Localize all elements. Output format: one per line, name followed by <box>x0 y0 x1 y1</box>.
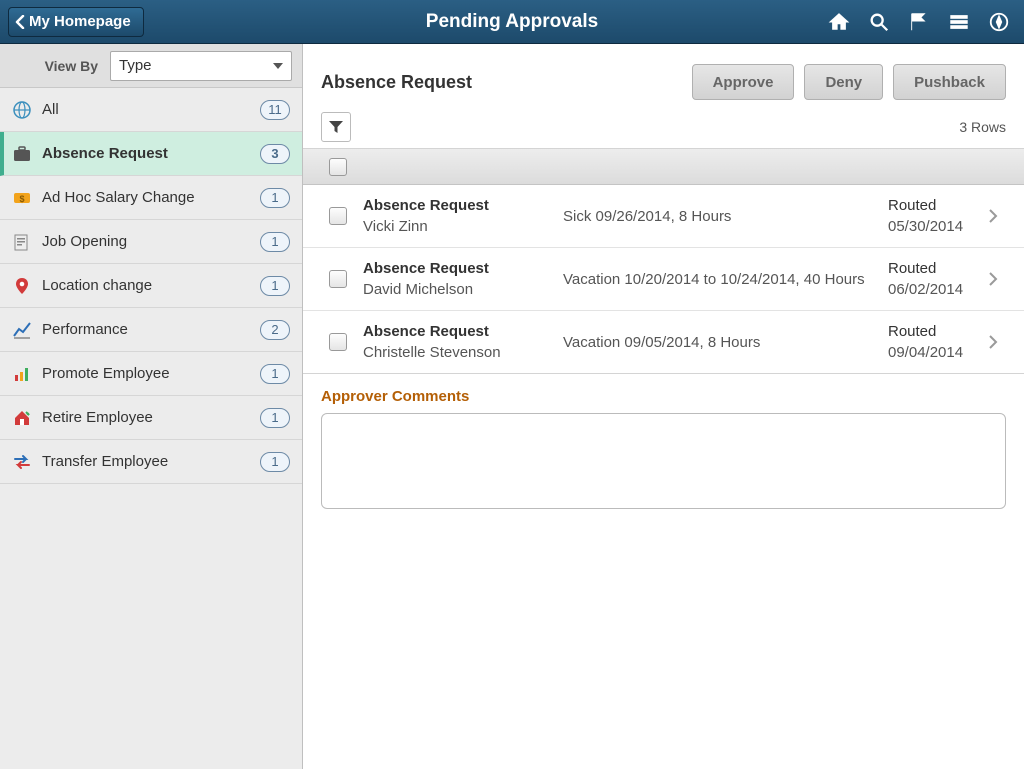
sidebar: View By Type All 11 Absence Request 3 $ … <box>0 44 303 769</box>
bar-chart-up-icon <box>12 364 32 384</box>
row-checkbox[interactable] <box>329 333 347 351</box>
filter-row: 3 Rows <box>303 112 1024 148</box>
comments-section: Approver Comments <box>303 374 1024 527</box>
comments-textarea[interactable] <box>321 413 1006 509</box>
sidebar-item-performance[interactable]: Performance 2 <box>0 308 302 352</box>
count-badge: 1 <box>260 232 290 252</box>
chevron-right-icon <box>984 334 1002 350</box>
sidebar-item-label: All <box>42 101 250 118</box>
grid-header <box>303 149 1024 185</box>
flag-icon[interactable] <box>908 11 930 33</box>
filter-button[interactable] <box>321 112 351 142</box>
sidebar-item-job-opening[interactable]: Job Opening 1 <box>0 220 302 264</box>
row-details: Sick 09/26/2014, 8 Hours <box>563 208 888 225</box>
chevron-left-icon <box>15 15 25 29</box>
back-button-label: My Homepage <box>29 13 131 30</box>
chevron-right-icon <box>984 208 1002 224</box>
viewby-row: View By Type <box>0 44 302 88</box>
job-icon <box>12 232 32 252</box>
sidebar-item-label: Job Opening <box>42 233 250 250</box>
row-title: Absence Request <box>363 323 563 340</box>
sidebar-item-label: Transfer Employee <box>42 453 250 470</box>
row-status: Routed <box>888 323 978 340</box>
money-icon: $ <box>12 188 32 208</box>
table-row[interactable]: Absence Request Christelle Stevenson Vac… <box>303 311 1024 373</box>
menu-icon[interactable] <box>948 11 970 33</box>
viewby-select[interactable]: Type <box>110 51 292 81</box>
row-status: Routed <box>888 260 978 277</box>
comments-label: Approver Comments <box>321 388 1006 405</box>
sidebar-item-promote-employee[interactable]: Promote Employee 1 <box>0 352 302 396</box>
approvals-grid: Absence Request Vicki Zinn Sick 09/26/20… <box>303 148 1024 374</box>
table-row[interactable]: Absence Request David Michelson Vacation… <box>303 248 1024 311</box>
row-checkbox[interactable] <box>329 207 347 225</box>
back-button[interactable]: My Homepage <box>8 7 144 37</box>
count-badge: 1 <box>260 408 290 428</box>
row-checkbox[interactable] <box>329 270 347 288</box>
funnel-icon <box>328 119 344 135</box>
navigator-icon[interactable] <box>988 11 1010 33</box>
sidebar-item-absence-request[interactable]: Absence Request 3 <box>0 132 302 176</box>
chevron-right-icon <box>984 271 1002 287</box>
select-all-checkbox[interactable] <box>329 158 347 176</box>
table-row[interactable]: Absence Request Vicki Zinn Sick 09/26/20… <box>303 185 1024 248</box>
sidebar-item-label: Promote Employee <box>42 365 250 382</box>
row-title: Absence Request <box>363 197 563 214</box>
sidebar-item-label: Ad Hoc Salary Change <box>42 189 250 206</box>
row-person: Vicki Zinn <box>363 218 563 235</box>
banner-actions <box>828 11 1010 33</box>
sidebar-item-transfer-employee[interactable]: Transfer Employee 1 <box>0 440 302 484</box>
sidebar-list: All 11 Absence Request 3 $ Ad Hoc Salary… <box>0 88 302 484</box>
row-person: David Michelson <box>363 281 563 298</box>
deny-button[interactable]: Deny <box>804 64 883 100</box>
approve-button[interactable]: Approve <box>692 64 795 100</box>
house-icon <box>12 408 32 428</box>
top-banner: My Homepage Pending Approvals <box>0 0 1024 44</box>
sidebar-item-label: Retire Employee <box>42 409 250 426</box>
row-person: Christelle Stevenson <box>363 344 563 361</box>
pin-icon <box>12 276 32 296</box>
search-icon[interactable] <box>868 11 890 33</box>
suitcase-icon <box>12 144 32 164</box>
main-title: Absence Request <box>321 72 472 93</box>
main-panel: Absence Request Approve Deny Pushback 3 … <box>303 44 1024 769</box>
sidebar-item-location-change[interactable]: Location change 1 <box>0 264 302 308</box>
chevron-down-icon <box>273 63 283 69</box>
main-header: Absence Request Approve Deny Pushback <box>303 44 1024 112</box>
row-date: 06/02/2014 <box>888 281 978 298</box>
count-badge: 1 <box>260 364 290 384</box>
row-status: Routed <box>888 197 978 214</box>
row-count: 3 Rows <box>959 119 1006 135</box>
count-badge: 1 <box>260 276 290 296</box>
row-title: Absence Request <box>363 260 563 277</box>
sidebar-item-label: Absence Request <box>42 145 250 162</box>
home-icon[interactable] <box>828 11 850 33</box>
row-date: 05/30/2014 <box>888 218 978 235</box>
viewby-value: Type <box>119 57 152 74</box>
count-badge: 2 <box>260 320 290 340</box>
sidebar-item-retire-employee[interactable]: Retire Employee 1 <box>0 396 302 440</box>
pushback-button[interactable]: Pushback <box>893 64 1006 100</box>
sidebar-item-all[interactable]: All 11 <box>0 88 302 132</box>
svg-text:$: $ <box>19 194 24 204</box>
chart-line-icon <box>12 320 32 340</box>
count-badge: 3 <box>260 144 290 164</box>
row-details: Vacation 10/20/2014 to 10/24/2014, 40 Ho… <box>563 271 888 288</box>
count-badge: 11 <box>260 100 290 120</box>
row-date: 09/04/2014 <box>888 344 978 361</box>
page-body: View By Type All 11 Absence Request 3 $ … <box>0 44 1024 769</box>
sidebar-item-label: Location change <box>42 277 250 294</box>
row-details: Vacation 09/05/2014, 8 Hours <box>563 334 888 351</box>
viewby-label: View By <box>10 58 110 74</box>
sidebar-item-label: Performance <box>42 321 250 338</box>
count-badge: 1 <box>260 188 290 208</box>
transfer-icon <box>12 452 32 472</box>
count-badge: 1 <box>260 452 290 472</box>
sidebar-item-adhoc-salary-change[interactable]: $ Ad Hoc Salary Change 1 <box>0 176 302 220</box>
globe-icon <box>12 100 32 120</box>
